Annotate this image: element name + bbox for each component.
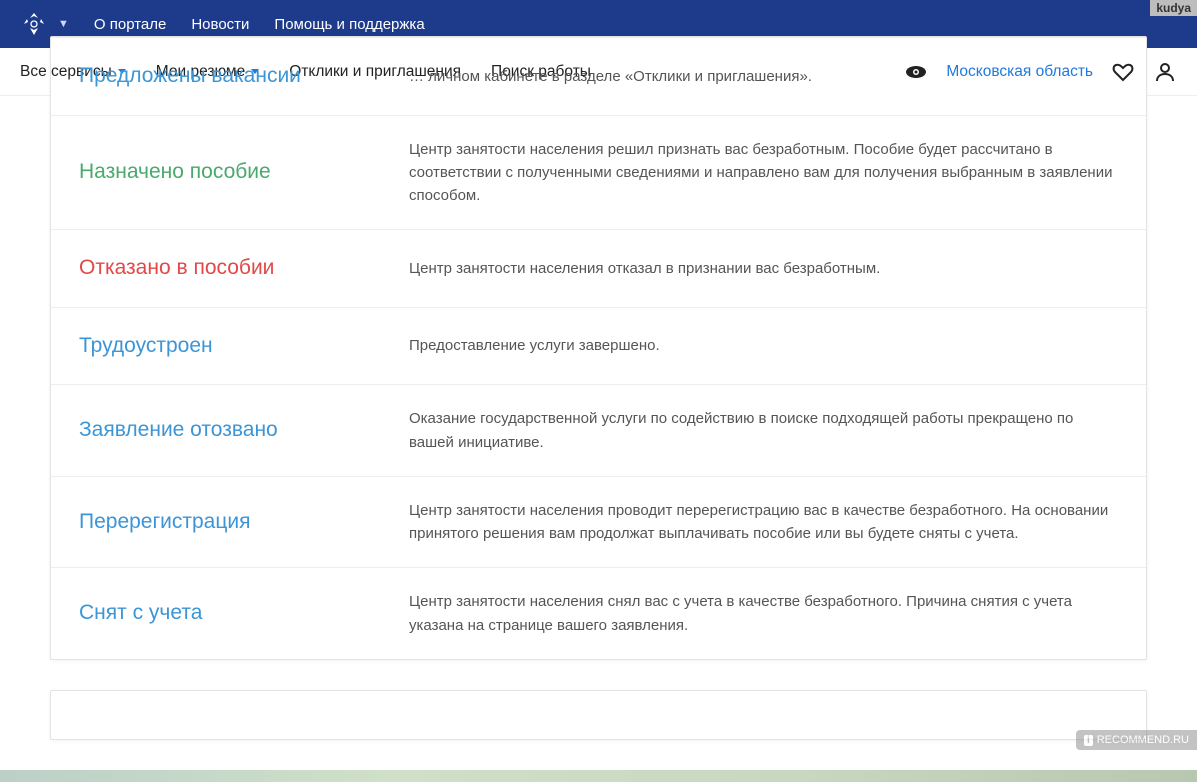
user-icon[interactable] [1153, 60, 1177, 84]
status-desc: Центр занятости населения проводит перер… [381, 476, 1146, 568]
status-desc: Оказание государственной услуги по содей… [381, 385, 1146, 477]
chevron-down-icon[interactable]: ▼ [58, 18, 69, 30]
status-desc: Центр занятости населения решил признать… [381, 115, 1146, 230]
region-selector[interactable]: Московская область [946, 63, 1093, 81]
watermark-top: kudya [1150, 0, 1197, 16]
topnav-about[interactable]: О портале [94, 16, 166, 33]
heart-icon[interactable] [1111, 60, 1135, 84]
topnav-news[interactable]: Новости [191, 16, 249, 33]
eye-icon[interactable] [904, 60, 928, 84]
emblem-icon [20, 10, 48, 38]
status-table-card: Предложены вакансии… личном кабинете в р… [50, 36, 1147, 660]
table-row: Отказано в пособииЦентр занятости населе… [51, 230, 1146, 308]
footer-image-sliver [0, 770, 1197, 782]
status-title: Отказано в пособии [51, 230, 381, 308]
status-desc: Центр занятости населения снял вас с уче… [381, 568, 1146, 659]
table-row: Снят с учетаЦентр занятости населения сн… [51, 568, 1146, 659]
status-title: Снят с учета [51, 568, 381, 659]
next-card [50, 690, 1147, 740]
watermark-bottom: i RECOMMEND.RU [1076, 730, 1197, 750]
status-table: Предложены вакансии… личном кабинете в р… [51, 37, 1146, 659]
table-row: ТрудоустроенПредоставление услуги заверш… [51, 307, 1146, 385]
topnav-help[interactable]: Помощь и поддержка [274, 16, 424, 33]
status-desc: Предоставление услуги завершено. [381, 307, 1146, 385]
status-title: Заявление отозвано [51, 385, 381, 477]
status-title: Назначено пособие [51, 115, 381, 230]
status-title: Перерегистрация [51, 476, 381, 568]
status-title: Трудоустроен [51, 307, 381, 385]
table-row: ПеререгистрацияЦентр занятости населения… [51, 476, 1146, 568]
table-row: Заявление отозваноОказание государственн… [51, 385, 1146, 477]
main-content: Предложены вакансии… личном кабинете в р… [0, 36, 1197, 770]
status-desc: Центр занятости населения отказал в приз… [381, 230, 1146, 308]
table-row: Назначено пособиеЦентр занятости населен… [51, 115, 1146, 230]
